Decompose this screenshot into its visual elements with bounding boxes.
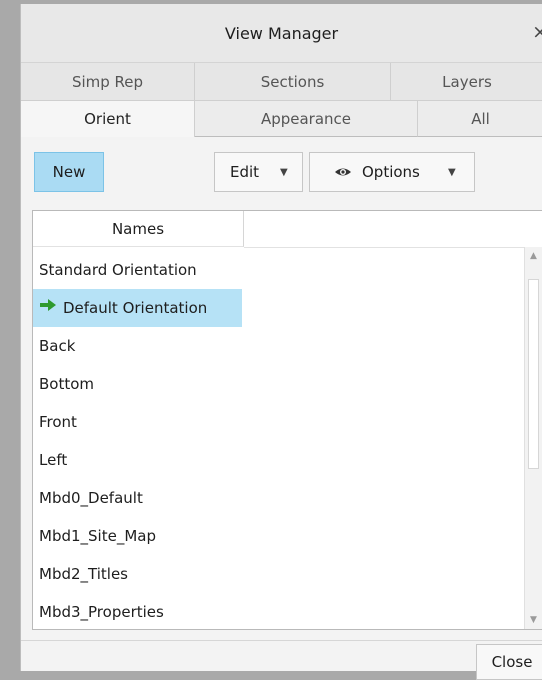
- list-item[interactable]: Mbd3_Properties: [33, 593, 164, 629]
- edit-label: Edit: [230, 163, 260, 181]
- chevron-down-icon: ▼: [448, 167, 456, 178]
- title-bar: View Manager ×: [21, 4, 542, 63]
- footer-bar: [21, 640, 542, 672]
- view-manager-dialog: View Manager × Simp Rep Sections Layers …: [20, 4, 542, 680]
- new-button[interactable]: New: [34, 152, 104, 192]
- list-item[interactable]: Mbd2_Titles: [33, 555, 128, 593]
- new-button-label: New: [52, 163, 86, 181]
- column-header-names[interactable]: Names: [33, 211, 244, 247]
- list-item[interactable]: Mbd0_Default: [33, 479, 143, 517]
- list-item-selected[interactable]: Default Orientation: [33, 289, 242, 327]
- options-dropdown[interactable]: Options ▼: [309, 152, 475, 192]
- scroll-up-icon[interactable]: ▲: [525, 251, 542, 261]
- tab-simp-rep[interactable]: Simp Rep: [21, 63, 195, 101]
- column-header-empty: [244, 211, 524, 248]
- eye-icon: [334, 163, 352, 185]
- list-item[interactable]: Standard Orientation: [33, 251, 197, 289]
- close-icon[interactable]: ×: [532, 21, 542, 43]
- list-item[interactable]: Front: [33, 403, 77, 441]
- list-item[interactable]: Mbd1_Site_Map: [33, 517, 156, 555]
- tab-orient[interactable]: Orient: [21, 101, 195, 137]
- close-button[interactable]: Close: [476, 644, 542, 680]
- scrollbar-thumb[interactable]: [528, 279, 539, 469]
- dialog-title: View Manager: [224, 24, 339, 43]
- tab-layers[interactable]: Layers: [391, 63, 542, 101]
- close-button-label: Close: [491, 653, 533, 671]
- scroll-down-icon[interactable]: ▼: [525, 615, 542, 625]
- chevron-down-icon: ▼: [280, 167, 288, 178]
- list-item[interactable]: Bottom: [33, 365, 94, 403]
- vertical-scrollbar[interactable]: ▲ ▼: [524, 247, 542, 629]
- edit-dropdown[interactable]: Edit ▼: [214, 152, 303, 192]
- list-item[interactable]: Back: [33, 327, 75, 365]
- arrow-right-icon: [39, 288, 57, 326]
- options-label: Options: [362, 163, 420, 181]
- tab-appearance[interactable]: Appearance: [195, 101, 418, 137]
- tab-sections[interactable]: Sections: [195, 63, 391, 101]
- names-list: Names Standard Orientation Default Orien…: [32, 210, 542, 630]
- list-item[interactable]: Left: [33, 441, 67, 479]
- tab-all[interactable]: All: [418, 101, 542, 137]
